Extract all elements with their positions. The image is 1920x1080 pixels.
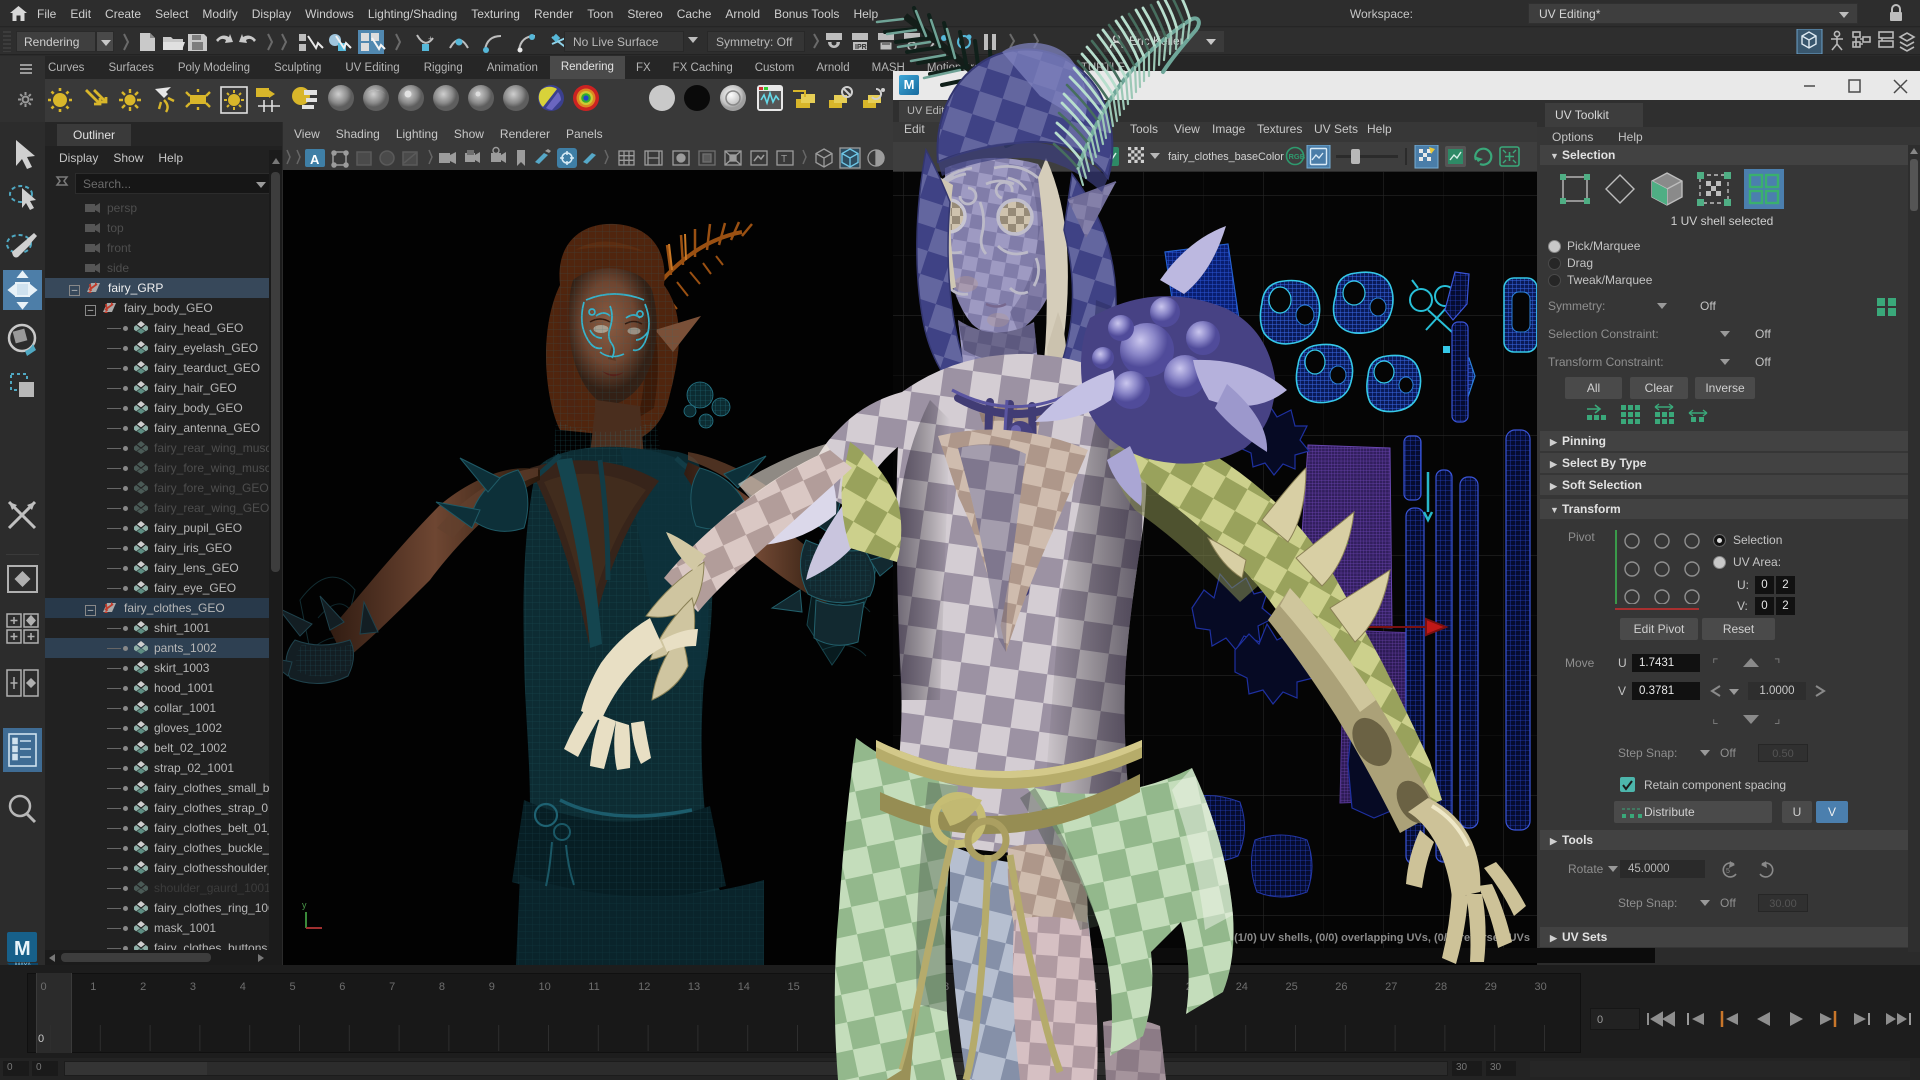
svg-text:10: 10 bbox=[539, 981, 551, 993]
svg-text:2: 2 bbox=[140, 981, 146, 993]
svg-text:3: 3 bbox=[190, 981, 196, 993]
svg-text:14: 14 bbox=[738, 981, 750, 993]
svg-text:5: 5 bbox=[290, 981, 296, 993]
svg-text:30: 30 bbox=[1535, 981, 1547, 993]
svg-text:28: 28 bbox=[1435, 981, 1447, 993]
svg-text:6: 6 bbox=[339, 981, 345, 993]
svg-text:27: 27 bbox=[1385, 981, 1397, 993]
svg-text:M: M bbox=[14, 938, 31, 960]
svg-text:7: 7 bbox=[389, 981, 395, 993]
svg-text:fairy_clothes_baseColor: fairy_clothes_baseColor bbox=[1168, 151, 1284, 163]
svg-text:25: 25 bbox=[1286, 981, 1298, 993]
svg-text:26: 26 bbox=[1335, 981, 1347, 993]
svg-text:20: 20 bbox=[1037, 981, 1049, 993]
svg-text:5: 5 bbox=[1726, 868, 1730, 875]
svg-text:21: 21 bbox=[1086, 981, 1098, 993]
svg-text:18: 18 bbox=[937, 981, 949, 993]
svg-text:y: y bbox=[302, 900, 307, 910]
svg-text:24: 24 bbox=[1236, 981, 1248, 993]
svg-text:IPR: IPR bbox=[855, 44, 867, 51]
svg-text:23: 23 bbox=[1186, 981, 1198, 993]
svg-text:29: 29 bbox=[1485, 981, 1497, 993]
svg-text:22: 22 bbox=[1136, 981, 1148, 993]
svg-text:8: 8 bbox=[439, 981, 445, 993]
svg-text:15: 15 bbox=[788, 981, 800, 993]
svg-text:16: 16 bbox=[837, 981, 849, 993]
svg-text:T: T bbox=[781, 154, 787, 165]
svg-text:19: 19 bbox=[987, 981, 999, 993]
svg-text:+: + bbox=[428, 34, 433, 44]
svg-text:A: A bbox=[310, 152, 320, 167]
svg-text:12: 12 bbox=[638, 981, 650, 993]
svg-text:13: 13 bbox=[688, 981, 700, 993]
svg-text:0: 0 bbox=[41, 981, 47, 993]
svg-text:11: 11 bbox=[588, 981, 599, 993]
svg-text:9: 9 bbox=[489, 981, 495, 993]
svg-text:RGB: RGB bbox=[1289, 152, 1306, 161]
svg-text:4: 4 bbox=[240, 981, 246, 993]
svg-text:1: 1 bbox=[90, 981, 96, 993]
svg-text:(1/0) UV shells, (0/0) overlap: (1/0) UV shells, (0/0) overlapping UVs, … bbox=[1234, 932, 1530, 944]
svg-text:17: 17 bbox=[887, 981, 899, 993]
